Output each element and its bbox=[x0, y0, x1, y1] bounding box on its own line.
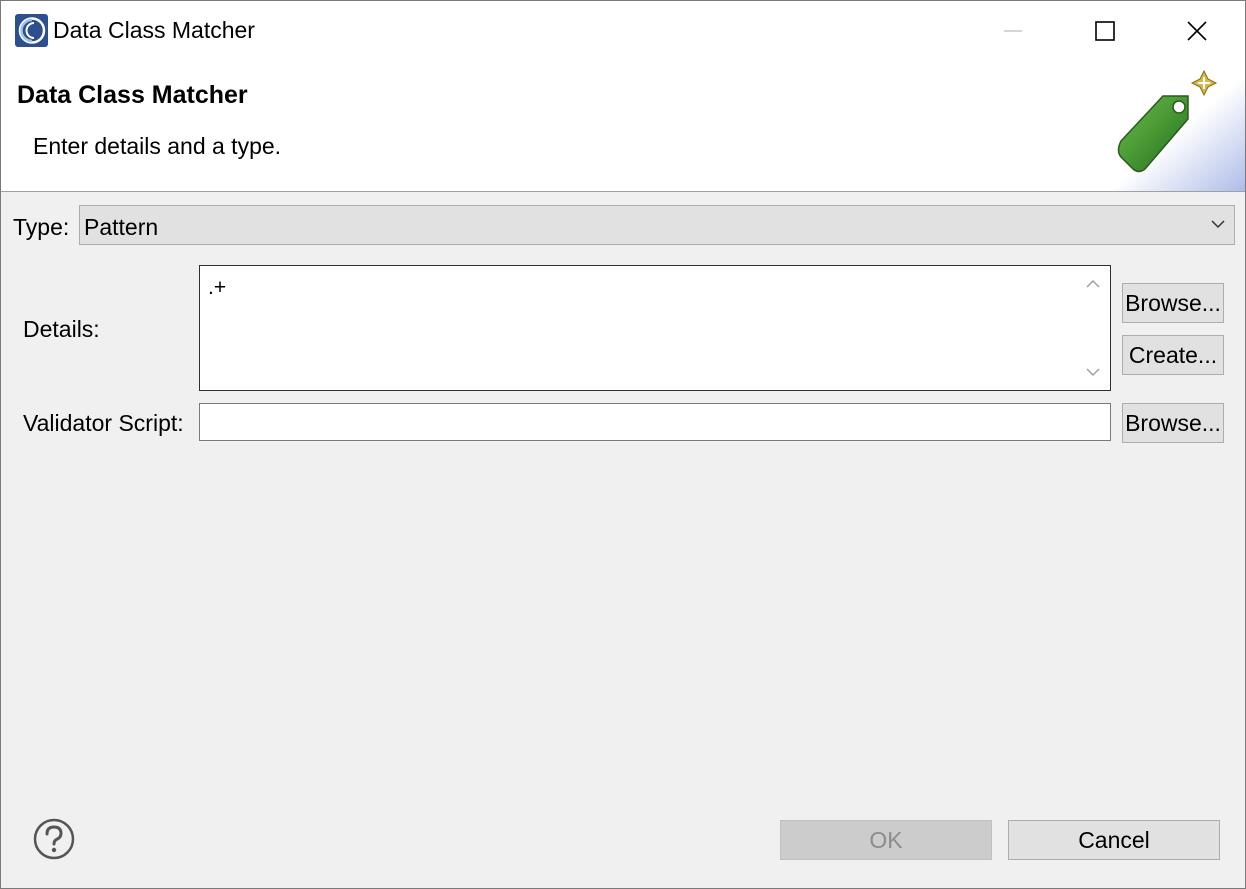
minimize-button[interactable] bbox=[967, 1, 1059, 61]
validator-browse-button[interactable]: Browse... bbox=[1122, 403, 1224, 443]
maximize-button[interactable] bbox=[1059, 1, 1151, 61]
validator-script-label: Validator Script: bbox=[23, 410, 184, 436]
help-icon[interactable] bbox=[33, 818, 75, 860]
details-scrollbar[interactable] bbox=[1077, 266, 1110, 390]
banner-title: Data Class Matcher bbox=[17, 81, 248, 109]
title-bar[interactable]: Data Class Matcher bbox=[1, 1, 1245, 61]
type-select-value: Pattern bbox=[84, 214, 159, 240]
details-text: .+ bbox=[208, 276, 227, 299]
details-create-button[interactable]: Create... bbox=[1122, 335, 1224, 375]
minimize-icon bbox=[1004, 30, 1022, 32]
price-tag-icon bbox=[1093, 61, 1245, 191]
type-select[interactable]: Pattern bbox=[79, 205, 1235, 245]
banner-message: Enter details and a type. bbox=[33, 133, 282, 159]
header-banner: Data Class Matcher Enter details and a t… bbox=[1, 61, 1245, 192]
dialog-window: Data Class Matcher Data Class Matcher En… bbox=[0, 0, 1246, 889]
details-textarea[interactable]: .+ bbox=[199, 265, 1111, 391]
close-icon bbox=[1187, 21, 1207, 41]
close-button[interactable] bbox=[1151, 1, 1243, 61]
details-browse-button[interactable]: Browse... bbox=[1122, 283, 1224, 323]
maximize-icon bbox=[1095, 21, 1115, 41]
cancel-button[interactable]: Cancel bbox=[1008, 820, 1220, 860]
type-label: Type: bbox=[13, 214, 70, 240]
scroll-down-icon[interactable] bbox=[1085, 366, 1101, 378]
details-label: Details: bbox=[23, 316, 100, 342]
ok-button[interactable]: OK bbox=[780, 820, 992, 860]
validator-script-input[interactable] bbox=[199, 403, 1111, 441]
chevron-down-icon bbox=[1211, 220, 1225, 229]
window-title: Data Class Matcher bbox=[53, 17, 255, 43]
scroll-up-icon[interactable] bbox=[1085, 278, 1101, 290]
eclipse-app-icon bbox=[15, 14, 48, 47]
